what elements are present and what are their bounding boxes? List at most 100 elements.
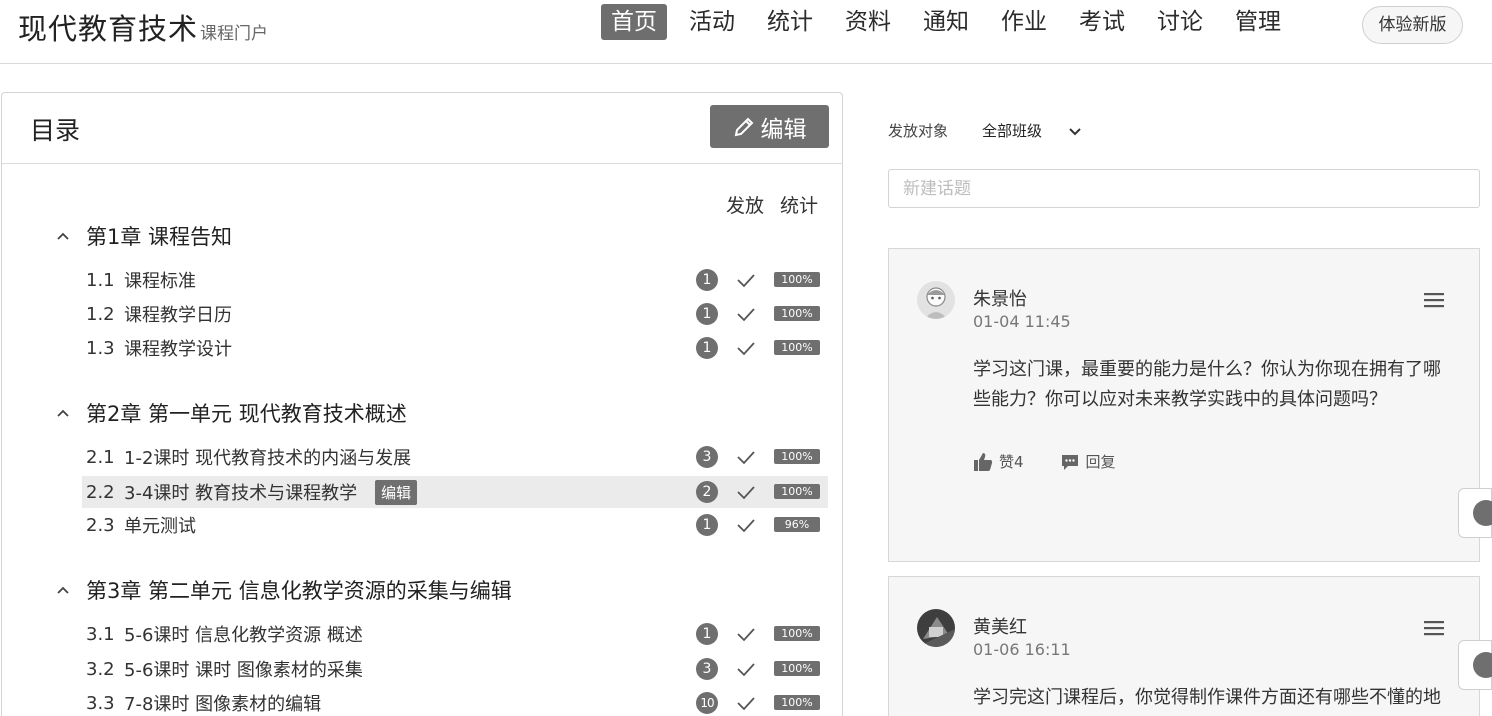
chevron-up-icon[interactable] [52, 402, 74, 424]
release-count-badge[interactable]: 1 [696, 514, 718, 536]
check-icon [737, 663, 755, 677]
lesson-title[interactable]: 5-6课时 信息化教学资源 概述 [124, 621, 363, 647]
nav-statistics[interactable]: 统计 [757, 4, 823, 40]
lesson-1-3[interactable]: 1.3 课程教学设计 1 100% [82, 332, 828, 364]
chapter-2[interactable]: 第2章 第一单元 现代教育技术概述 [52, 398, 407, 428]
release-count-badge[interactable]: 3 [696, 446, 718, 468]
comment-icon [1061, 454, 1078, 470]
lesson-title[interactable]: 5-6课时 课时 图像素材的采集 [124, 656, 363, 682]
lesson-title[interactable]: 课程教学日历 [124, 301, 232, 327]
lesson-edit-button[interactable]: 编辑 [375, 479, 418, 505]
lesson-title[interactable]: 课程标准 [124, 267, 196, 293]
main-nav: 首页 活动 统计 资料 通知 作业 考试 讨论 管理 [601, 4, 1303, 40]
chapter-title: 第1章 课程告知 [86, 225, 233, 249]
user-avatar-icon [917, 609, 955, 647]
lesson-number: 3.1 [86, 623, 115, 645]
chevron-up-icon[interactable] [52, 225, 74, 247]
lesson-number: 2.2 [86, 481, 115, 503]
catalog-panel: 目录 编辑 发放 统计 第1章 课程告知 1.1 课程标准 1 100% 1.2… [1, 92, 843, 716]
release-count-badge[interactable]: 3 [696, 658, 718, 680]
menu-icon[interactable] [1423, 619, 1445, 637]
completion-percent: 100% [774, 626, 820, 641]
chapter-3[interactable]: 第3章 第二单元 信息化教学资源的采集与编辑 [52, 575, 512, 605]
lesson-title[interactable]: 7-8课时 图像素材的编辑 [124, 690, 321, 716]
post-actions: 赞4 回复 [973, 451, 1152, 472]
release-count-badge[interactable]: 1 [696, 303, 718, 325]
catalog-column-headers: 发放 统计 [726, 191, 834, 218]
lesson-2-1[interactable]: 2.1 1-2课时 现代教育技术的内涵与发展 3 100% [82, 441, 828, 473]
lesson-3-1[interactable]: 3.1 5-6课时 信息化教学资源 概述 1 100% [82, 618, 828, 650]
discussion-post: 黄美红 01-06 16:11 学习完这门课程后，你觉得制作课件方面还有哪些不懂… [888, 576, 1480, 716]
edit-catalog-label: 编辑 [760, 116, 807, 143]
lesson-2-2[interactable]: 2.2 3-4课时 教育技术与课程教学 编辑 2 100% [82, 476, 828, 508]
completion-percent: 100% [774, 306, 820, 321]
lesson-3-2[interactable]: 3.2 5-6课时 课时 图像素材的采集 3 100% [82, 653, 828, 685]
lesson-number: 2.1 [86, 446, 115, 468]
release-column-header: 发放 [726, 195, 765, 217]
post-content: 学习这门课，最重要的能力是什么？你认为你现在拥有了哪些能力？你可以应对未来教学实… [973, 359, 1441, 410]
check-icon [737, 628, 755, 642]
completion-percent: 100% [774, 661, 820, 676]
class-select-dropdown[interactable]: 全部班级 [982, 120, 1082, 141]
release-count-badge[interactable]: 1 [696, 337, 718, 359]
lesson-title[interactable]: 课程教学设计 [124, 335, 232, 361]
reply-button[interactable]: 回复 [1060, 451, 1116, 472]
release-count-badge[interactable]: 2 [696, 481, 718, 503]
chevron-up-icon[interactable] [52, 579, 74, 601]
like-button[interactable]: 赞4 [973, 451, 1024, 472]
stats-column-header: 统计 [780, 195, 819, 217]
check-icon [737, 451, 755, 465]
discussion-post: 朱景怡 01-04 11:45 学习这门课，最重要的能力是什么？你认为你现在拥有… [888, 248, 1480, 562]
avatar[interactable] [917, 609, 955, 647]
catalog-header: 目录 编辑 [2, 93, 842, 164]
completion-percent: 100% [774, 484, 820, 499]
nav-home[interactable]: 首页 [601, 4, 667, 40]
nav-discussion[interactable]: 讨论 [1147, 4, 1213, 40]
new-topic-input[interactable] [888, 169, 1480, 208]
menu-icon[interactable] [1423, 291, 1445, 309]
release-count-badge[interactable]: 1 [696, 623, 718, 645]
floating-side-tab[interactable] [1458, 640, 1492, 690]
lesson-number: 3.3 [86, 692, 115, 714]
lesson-1-2[interactable]: 1.2 课程教学日历 1 100% [82, 298, 828, 330]
lesson-2-3[interactable]: 2.3 单元测试 1 96% [82, 509, 828, 541]
lesson-3-3[interactable]: 3.3 7-8课时 图像素材的编辑 10 100% [82, 687, 828, 716]
post-author[interactable]: 朱景怡 [973, 285, 1027, 311]
try-new-version-button[interactable]: 体验新版 [1362, 6, 1463, 44]
brand[interactable]: 现代教育技术 课程门户 [18, 6, 268, 48]
thumbs-up-icon [974, 452, 993, 471]
completion-percent: 100% [774, 449, 820, 464]
lesson-title[interactable]: 1-2课时 现代教育技术的内涵与发展 [124, 444, 411, 470]
nav-notices[interactable]: 通知 [913, 4, 979, 40]
completion-percent: 100% [774, 272, 820, 287]
avatar[interactable] [917, 281, 955, 319]
nav-materials[interactable]: 资料 [835, 4, 901, 40]
check-icon [737, 308, 755, 322]
catalog-title: 目录 [30, 116, 81, 145]
lesson-number: 3.2 [86, 658, 115, 680]
course-portal-label: 课程门户 [200, 24, 269, 44]
reply-label: 回复 [1085, 453, 1116, 471]
post-timestamp: 01-04 11:45 [973, 312, 1071, 331]
check-icon [737, 519, 755, 533]
nav-manage[interactable]: 管理 [1225, 4, 1291, 40]
floating-side-tab[interactable] [1458, 488, 1492, 538]
nav-exams[interactable]: 考试 [1069, 4, 1135, 40]
top-header: 现代教育技术 课程门户 首页 活动 统计 资料 通知 作业 考试 讨论 管理 体… [0, 0, 1492, 64]
release-target-label: 发放对象 [888, 122, 949, 140]
chapter-1[interactable]: 第1章 课程告知 [52, 221, 232, 251]
lesson-title[interactable]: 3-4课时 教育技术与课程教学 [124, 479, 357, 505]
post-content: 学习完这门课程后，你觉得制作课件方面还有哪些不懂的地 [973, 687, 1441, 708]
nav-activities[interactable]: 活动 [679, 4, 745, 40]
check-icon [737, 486, 755, 500]
lesson-1-1[interactable]: 1.1 课程标准 1 100% [82, 264, 828, 296]
nav-homework[interactable]: 作业 [991, 4, 1057, 40]
release-count-badge[interactable]: 1 [696, 269, 718, 291]
lesson-title[interactable]: 单元测试 [124, 512, 196, 538]
post-author[interactable]: 黄美红 [973, 613, 1027, 639]
lesson-number: 1.3 [86, 337, 115, 359]
lesson-number: 2.3 [86, 514, 115, 536]
release-count-badge[interactable]: 10 [696, 692, 718, 714]
chapter-title: 第2章 第一单元 现代教育技术概述 [86, 402, 407, 426]
edit-catalog-button[interactable]: 编辑 [710, 105, 829, 148]
